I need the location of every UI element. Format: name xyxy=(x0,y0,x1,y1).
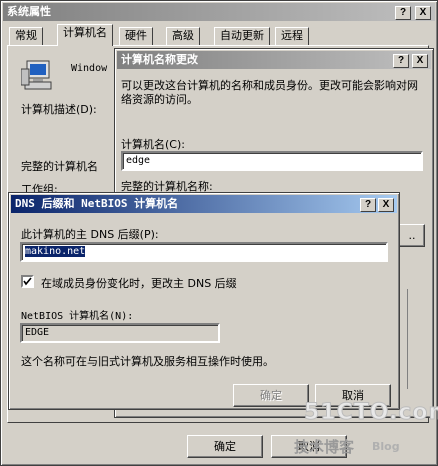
os-text: Window xyxy=(71,63,108,74)
dns-suffix-titlebar: DNS 后缀和 NetBIOS 计算机名 ? X xyxy=(11,195,397,213)
computer-name-change-titlebar: 计算机名称更改 ? X xyxy=(117,51,431,69)
selected-text: makino.net xyxy=(25,246,86,257)
close-button[interactable]: X xyxy=(378,198,394,212)
tab-advanced[interactable]: 高级 xyxy=(166,27,200,45)
logo-watermark-blog: Blog xyxy=(372,440,400,453)
help-button[interactable]: ? xyxy=(360,198,376,212)
check-icon xyxy=(23,277,32,286)
more-button[interactable]: .. xyxy=(399,224,425,247)
dns-suffix-dialog: DNS 后缀和 NetBIOS 计算机名 ? X 此计算机的主 DNS 后缀(P… xyxy=(8,192,400,410)
logo-watermark: 51CTO.com 技术博客 Blog xyxy=(292,400,438,462)
system-properties-title: 系统属性 xyxy=(7,5,51,18)
help-button[interactable]: ? xyxy=(393,54,409,68)
close-button[interactable]: X xyxy=(412,54,428,68)
logo-watermark-sub: 技术博客 xyxy=(294,438,355,456)
tab-general[interactable]: 常规 xyxy=(9,27,43,45)
primary-dns-suffix-label: 此计算机的主 DNS 后缀(P): xyxy=(21,228,159,241)
tab-remote[interactable]: 远程 xyxy=(275,27,309,45)
close-button[interactable]: X xyxy=(415,6,431,20)
tab-computer-name[interactable]: 计算机名 xyxy=(57,24,113,46)
primary-dns-suffix-input[interactable]: makino.net xyxy=(20,242,388,262)
computer-name-change-title: 计算机名称更改 xyxy=(121,53,198,66)
computer-description-label: 计算机描述(D): xyxy=(21,103,97,116)
help-button[interactable]: ? xyxy=(395,6,411,20)
netbios-name-field: EDGE xyxy=(20,323,220,343)
computer-name-label: 计算机名(C): xyxy=(121,138,185,151)
computer-name-input[interactable]: edge xyxy=(121,151,423,171)
tab-auto-update[interactable]: 自动更新 xyxy=(214,27,270,45)
full-computer-name-label: 完整的计算机名 xyxy=(21,160,98,173)
ok-button-back[interactable]: 确定 xyxy=(187,435,263,458)
system-properties-titlebar: 系统属性 ? X xyxy=(3,3,435,21)
intro-text: 可以更改这台计算机的名称和成员身份。更改可能会影响对网络资源的访问。 xyxy=(121,79,418,106)
change-suffix-checkbox-label[interactable]: 在域成员身份变化时，更改主 DNS 后缀 xyxy=(41,275,237,291)
dns-suffix-title: DNS 后缀和 NetBIOS 计算机名 xyxy=(15,197,179,210)
tab-hardware[interactable]: 硬件 xyxy=(119,27,153,45)
scroll-edge xyxy=(407,289,417,389)
logo-watermark-main: 51CTO.com xyxy=(303,400,438,426)
change-suffix-checkbox[interactable] xyxy=(21,275,34,288)
info-text: 这个名称可在与旧式计算机及服务相互操作时使用。 xyxy=(21,355,274,368)
computer-icon xyxy=(20,59,55,91)
netbios-name-label: NetBIOS 计算机名(N): xyxy=(21,311,134,322)
